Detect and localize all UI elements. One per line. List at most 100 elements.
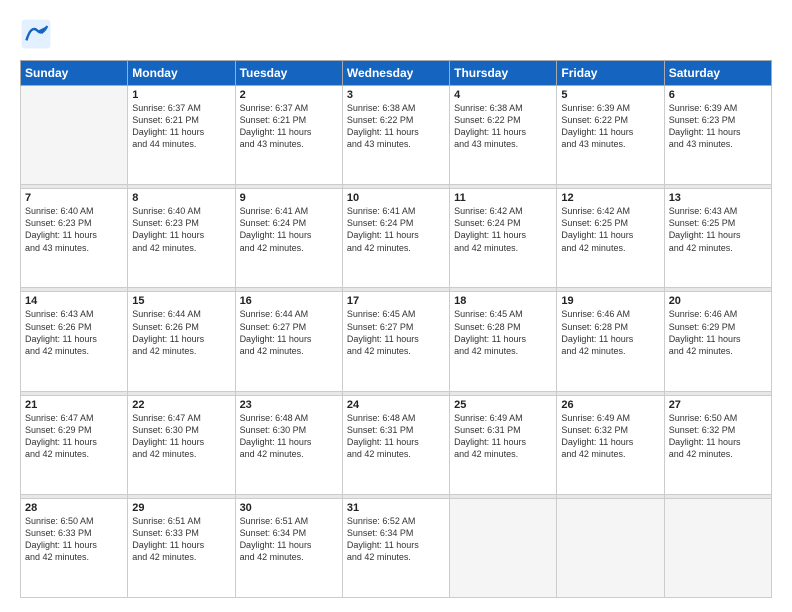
day-info: Sunrise: 6:38 AM Sunset: 6:22 PM Dayligh… [347,102,445,151]
day-number: 26 [561,399,659,411]
day-number: 17 [347,295,445,307]
calendar-cell: 24Sunrise: 6:48 AM Sunset: 6:31 PM Dayli… [342,395,449,494]
calendar-header-cell: Tuesday [235,61,342,86]
day-info: Sunrise: 6:42 AM Sunset: 6:24 PM Dayligh… [454,205,552,254]
header [20,18,772,50]
calendar-cell: 30Sunrise: 6:51 AM Sunset: 6:34 PM Dayli… [235,498,342,597]
day-info: Sunrise: 6:52 AM Sunset: 6:34 PM Dayligh… [347,515,445,564]
day-number: 14 [25,295,123,307]
calendar-body: 1Sunrise: 6:37 AM Sunset: 6:21 PM Daylig… [21,86,772,598]
calendar-cell: 7Sunrise: 6:40 AM Sunset: 6:23 PM Daylig… [21,189,128,288]
calendar-cell: 26Sunrise: 6:49 AM Sunset: 6:32 PM Dayli… [557,395,664,494]
day-number: 18 [454,295,552,307]
calendar-table: SundayMondayTuesdayWednesdayThursdayFrid… [20,60,772,598]
day-info: Sunrise: 6:49 AM Sunset: 6:31 PM Dayligh… [454,412,552,461]
day-info: Sunrise: 6:37 AM Sunset: 6:21 PM Dayligh… [132,102,230,151]
calendar-cell: 31Sunrise: 6:52 AM Sunset: 6:34 PM Dayli… [342,498,449,597]
calendar-week-row: 7Sunrise: 6:40 AM Sunset: 6:23 PM Daylig… [21,189,772,288]
page: SundayMondayTuesdayWednesdayThursdayFrid… [0,0,792,612]
day-number: 27 [669,399,767,411]
day-info: Sunrise: 6:38 AM Sunset: 6:22 PM Dayligh… [454,102,552,151]
calendar-week-row: 21Sunrise: 6:47 AM Sunset: 6:29 PM Dayli… [21,395,772,494]
calendar-cell: 9Sunrise: 6:41 AM Sunset: 6:24 PM Daylig… [235,189,342,288]
day-number: 16 [240,295,338,307]
day-number: 8 [132,192,230,204]
day-number: 25 [454,399,552,411]
day-number: 11 [454,192,552,204]
day-number: 24 [347,399,445,411]
calendar-header-cell: Wednesday [342,61,449,86]
day-info: Sunrise: 6:47 AM Sunset: 6:29 PM Dayligh… [25,412,123,461]
calendar-cell: 15Sunrise: 6:44 AM Sunset: 6:26 PM Dayli… [128,292,235,391]
calendar-cell: 27Sunrise: 6:50 AM Sunset: 6:32 PM Dayli… [664,395,771,494]
day-info: Sunrise: 6:43 AM Sunset: 6:26 PM Dayligh… [25,308,123,357]
day-number: 6 [669,89,767,101]
day-info: Sunrise: 6:39 AM Sunset: 6:22 PM Dayligh… [561,102,659,151]
day-number: 30 [240,502,338,514]
calendar-cell: 10Sunrise: 6:41 AM Sunset: 6:24 PM Dayli… [342,189,449,288]
calendar-cell: 12Sunrise: 6:42 AM Sunset: 6:25 PM Dayli… [557,189,664,288]
calendar-cell [21,86,128,185]
day-number: 22 [132,399,230,411]
calendar-week-row: 14Sunrise: 6:43 AM Sunset: 6:26 PM Dayli… [21,292,772,391]
day-number: 13 [669,192,767,204]
day-info: Sunrise: 6:46 AM Sunset: 6:29 PM Dayligh… [669,308,767,357]
calendar-cell: 17Sunrise: 6:45 AM Sunset: 6:27 PM Dayli… [342,292,449,391]
calendar-cell: 16Sunrise: 6:44 AM Sunset: 6:27 PM Dayli… [235,292,342,391]
day-number: 3 [347,89,445,101]
calendar-header-cell: Friday [557,61,664,86]
calendar-cell: 6Sunrise: 6:39 AM Sunset: 6:23 PM Daylig… [664,86,771,185]
day-info: Sunrise: 6:45 AM Sunset: 6:28 PM Dayligh… [454,308,552,357]
calendar-cell: 28Sunrise: 6:50 AM Sunset: 6:33 PM Dayli… [21,498,128,597]
day-info: Sunrise: 6:48 AM Sunset: 6:31 PM Dayligh… [347,412,445,461]
day-info: Sunrise: 6:43 AM Sunset: 6:25 PM Dayligh… [669,205,767,254]
calendar-cell [557,498,664,597]
day-info: Sunrise: 6:40 AM Sunset: 6:23 PM Dayligh… [25,205,123,254]
day-number: 31 [347,502,445,514]
day-info: Sunrise: 6:51 AM Sunset: 6:33 PM Dayligh… [132,515,230,564]
day-number: 15 [132,295,230,307]
calendar-cell: 13Sunrise: 6:43 AM Sunset: 6:25 PM Dayli… [664,189,771,288]
day-info: Sunrise: 6:41 AM Sunset: 6:24 PM Dayligh… [347,205,445,254]
day-info: Sunrise: 6:47 AM Sunset: 6:30 PM Dayligh… [132,412,230,461]
day-number: 29 [132,502,230,514]
day-number: 12 [561,192,659,204]
calendar-header-cell: Saturday [664,61,771,86]
day-number: 21 [25,399,123,411]
logo-icon [20,18,52,50]
calendar-cell: 19Sunrise: 6:46 AM Sunset: 6:28 PM Dayli… [557,292,664,391]
calendar-week-row: 28Sunrise: 6:50 AM Sunset: 6:33 PM Dayli… [21,498,772,597]
day-number: 23 [240,399,338,411]
calendar-cell: 4Sunrise: 6:38 AM Sunset: 6:22 PM Daylig… [450,86,557,185]
day-info: Sunrise: 6:41 AM Sunset: 6:24 PM Dayligh… [240,205,338,254]
day-info: Sunrise: 6:39 AM Sunset: 6:23 PM Dayligh… [669,102,767,151]
day-info: Sunrise: 6:42 AM Sunset: 6:25 PM Dayligh… [561,205,659,254]
day-info: Sunrise: 6:40 AM Sunset: 6:23 PM Dayligh… [132,205,230,254]
calendar-cell: 20Sunrise: 6:46 AM Sunset: 6:29 PM Dayli… [664,292,771,391]
day-number: 28 [25,502,123,514]
calendar-cell: 8Sunrise: 6:40 AM Sunset: 6:23 PM Daylig… [128,189,235,288]
day-info: Sunrise: 6:51 AM Sunset: 6:34 PM Dayligh… [240,515,338,564]
calendar-header-cell: Monday [128,61,235,86]
calendar-header-cell: Thursday [450,61,557,86]
day-info: Sunrise: 6:50 AM Sunset: 6:32 PM Dayligh… [669,412,767,461]
day-number: 19 [561,295,659,307]
day-number: 7 [25,192,123,204]
logo [20,18,56,50]
calendar-cell [450,498,557,597]
calendar-cell [664,498,771,597]
calendar-cell: 25Sunrise: 6:49 AM Sunset: 6:31 PM Dayli… [450,395,557,494]
calendar-cell: 23Sunrise: 6:48 AM Sunset: 6:30 PM Dayli… [235,395,342,494]
calendar-cell: 1Sunrise: 6:37 AM Sunset: 6:21 PM Daylig… [128,86,235,185]
calendar-cell: 18Sunrise: 6:45 AM Sunset: 6:28 PM Dayli… [450,292,557,391]
day-number: 5 [561,89,659,101]
calendar-cell: 22Sunrise: 6:47 AM Sunset: 6:30 PM Dayli… [128,395,235,494]
calendar-cell: 14Sunrise: 6:43 AM Sunset: 6:26 PM Dayli… [21,292,128,391]
day-number: 4 [454,89,552,101]
day-info: Sunrise: 6:45 AM Sunset: 6:27 PM Dayligh… [347,308,445,357]
calendar-week-row: 1Sunrise: 6:37 AM Sunset: 6:21 PM Daylig… [21,86,772,185]
day-number: 1 [132,89,230,101]
calendar-cell: 11Sunrise: 6:42 AM Sunset: 6:24 PM Dayli… [450,189,557,288]
calendar-cell: 3Sunrise: 6:38 AM Sunset: 6:22 PM Daylig… [342,86,449,185]
day-number: 2 [240,89,338,101]
